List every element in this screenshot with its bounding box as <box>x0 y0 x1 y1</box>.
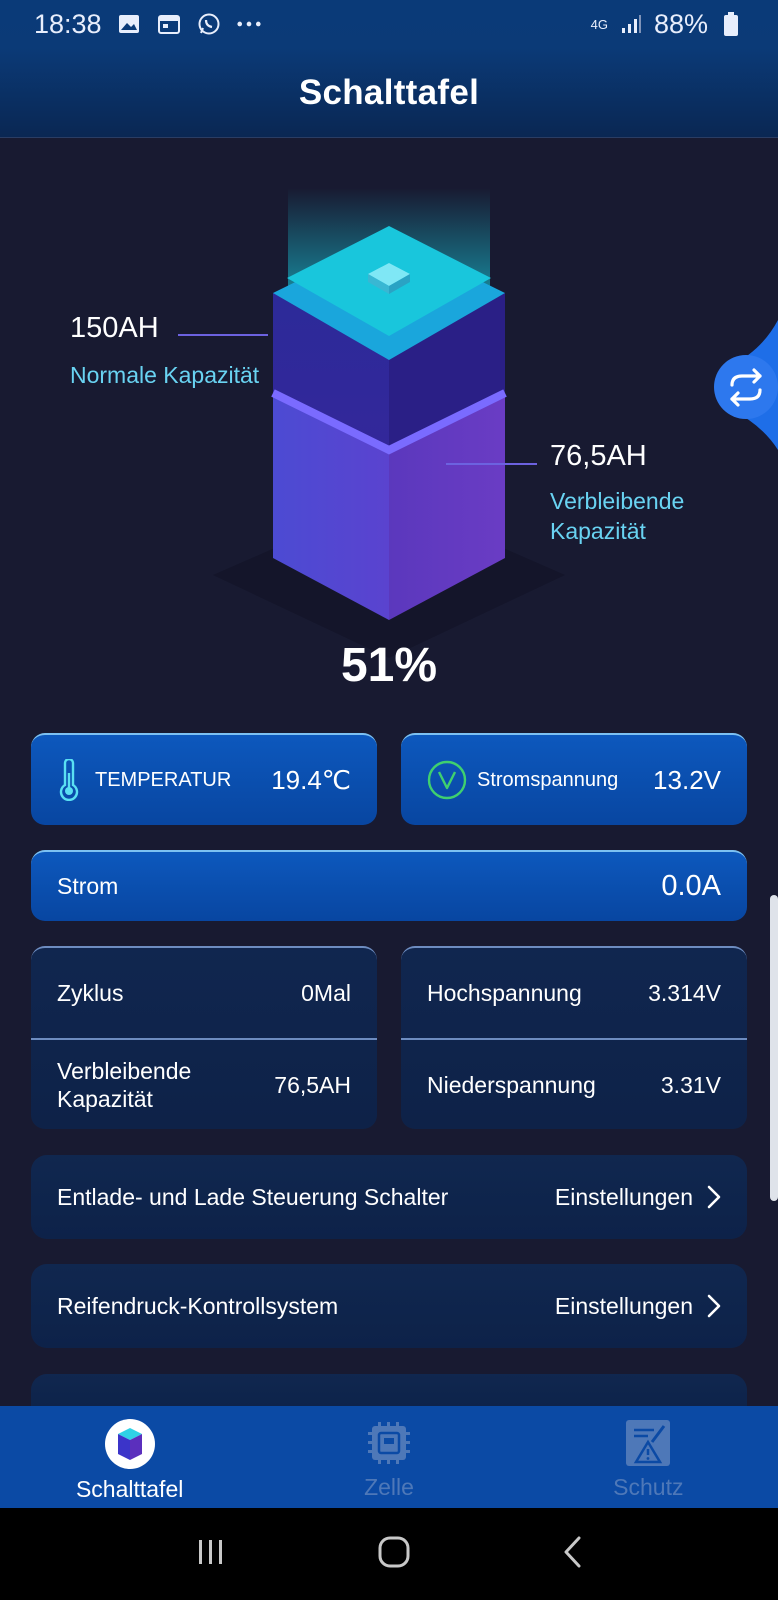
remaining-label-line2: Kapazität <box>57 1086 153 1112</box>
tab-label: Schutz <box>613 1474 684 1500</box>
nominal-capacity-value: 150AH <box>70 312 159 344</box>
home-icon <box>378 1536 410 1567</box>
current-label: Strom <box>57 873 119 899</box>
high-voltage-value: 3.314V <box>648 979 721 1006</box>
current-tile: Strom 0.0A <box>31 850 747 921</box>
signal-icon <box>618 13 644 35</box>
temperature-value: 19.4℃ <box>271 764 351 795</box>
remaining-capacity-value: 76,5AH <box>550 440 647 472</box>
battery-icon <box>718 12 744 36</box>
temperature-label: TEMPERATUR <box>95 768 232 791</box>
home-button[interactable] <box>377 1535 411 1574</box>
whatsapp-icon <box>196 13 222 35</box>
gallery-icon <box>116 13 142 35</box>
low-voltage-row: Niederspannung 3.31V <box>401 1040 747 1129</box>
thermometer-icon <box>57 759 81 801</box>
network-type: 4G <box>590 16 608 32</box>
tab-zelle[interactable]: Zelle <box>259 1406 518 1508</box>
remaining-capacity-stat-value: 76,5AH <box>274 1071 351 1098</box>
setting-label: Entlade- und Lade Steuerung Schalter <box>57 1183 449 1210</box>
temperature-tile: TEMPERATUR 19.4℃ <box>31 733 377 825</box>
remaining-label-line1: Verbleibende <box>57 1058 192 1084</box>
state-of-charge-percent: 51% <box>340 639 438 692</box>
battery-cube-icon <box>104 1419 155 1469</box>
nominal-capacity-label: Normale Kapazität <box>70 362 260 388</box>
tab-label: Zelle <box>364 1474 414 1500</box>
remaining-capacity-stat-label: Verbleibende Kapazität <box>57 1057 191 1113</box>
setting-label: Reifendruck-Kontrollsystem <box>57 1292 339 1319</box>
page-title: Schalttafel <box>298 72 480 112</box>
more-dots-icon <box>236 13 262 35</box>
bottom-tab-bar: Schalttafel Zelle Schutz <box>0 1406 778 1508</box>
remaining-capacity-label-line2: Kapazität <box>550 518 646 544</box>
voltage-value: 13.2V <box>653 764 721 795</box>
cycle-row: Zyklus 0Mal <box>31 948 377 1038</box>
battery-graphic <box>178 188 565 658</box>
scrollbar[interactable] <box>770 895 778 1201</box>
tab-schalttafel[interactable]: Schalttafel <box>0 1406 259 1508</box>
tab-label: Schalttafel <box>75 1476 184 1502</box>
current-value: 0.0A <box>661 870 721 902</box>
setting-action-label: Einstellungen <box>554 1292 693 1319</box>
charge-discharge-switch-setting[interactable]: Entlade- und Lade Steuerung Schalter Ein… <box>31 1155 747 1239</box>
high-voltage-label: Hochspannung <box>427 980 582 1006</box>
tire-pressure-setting[interactable]: Reifendruck-Kontrollsystem Einstellungen <box>31 1264 747 1348</box>
cycle-label: Zyklus <box>57 980 124 1006</box>
low-voltage-label: Niederspannung <box>427 1072 596 1098</box>
status-bar: 18:38 4G 88% <box>0 0 778 48</box>
voltage-tile: Stromspannung 13.2V <box>401 733 747 825</box>
chevron-right-icon <box>707 1185 721 1209</box>
cycle-value: 0Mal <box>301 979 351 1006</box>
tab-schutz[interactable]: Schutz <box>519 1406 778 1508</box>
app-header: Schalttafel <box>0 48 778 138</box>
setting-action[interactable]: Einstellungen <box>555 1293 721 1320</box>
recent-apps-button[interactable] <box>195 1538 227 1571</box>
status-time: 18:38 <box>34 8 102 39</box>
back-button[interactable] <box>561 1535 583 1574</box>
voltage-label: Stromspannung <box>477 768 619 791</box>
remaining-capacity-label-line1: Verbleibende <box>550 488 685 514</box>
battery-percent: 88% <box>653 8 708 39</box>
chevron-right-icon <box>707 1294 721 1318</box>
setting-action-label: Einstellungen <box>554 1183 693 1210</box>
battery-hero: 150AH Normale Kapazität 76,5AH Verbleibe… <box>0 138 778 718</box>
chip-icon <box>367 1422 410 1464</box>
remaining-capacity-row: Verbleibende Kapazität 76,5AH <box>31 1040 377 1129</box>
cycle-capacity-panel: Zyklus 0Mal Verbleibende Kapazität 76,5A… <box>31 946 377 1129</box>
cell-voltage-panel: Hochspannung 3.314V Niederspannung 3.31V <box>401 946 747 1129</box>
recent-apps-icon <box>199 1539 222 1564</box>
warning-doc-icon <box>626 1420 671 1466</box>
calendar-icon <box>156 13 182 35</box>
switch-device-button[interactable] <box>692 320 778 450</box>
back-icon <box>564 1536 581 1567</box>
high-voltage-row: Hochspannung 3.314V <box>401 948 747 1038</box>
low-voltage-value: 3.31V <box>660 1071 721 1098</box>
voltage-icon <box>427 760 467 800</box>
system-nav-bar <box>0 1508 778 1600</box>
setting-action[interactable]: Einstellungen <box>555 1184 721 1211</box>
